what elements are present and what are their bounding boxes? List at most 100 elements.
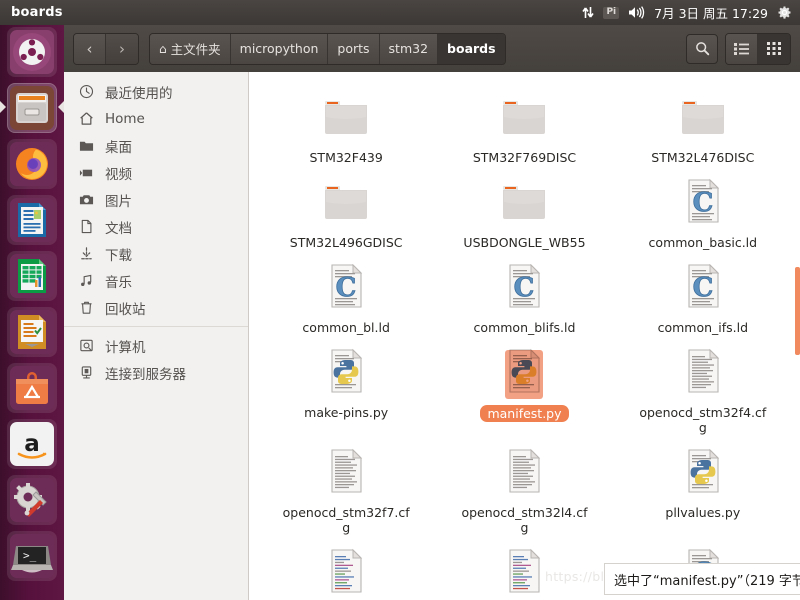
- sidebar-item-home[interactable]: Home: [64, 105, 248, 132]
- sidebar-item-downloads[interactable]: 下载: [64, 240, 248, 267]
- file-name-label: STM32F439: [309, 150, 383, 165]
- breadcrumb-item-ports[interactable]: ports: [328, 33, 380, 64]
- launcher-item-ubuntu-software[interactable]: [7, 363, 57, 413]
- breadcrumb-item-home[interactable]: ⌂ 主文件夹: [150, 33, 231, 64]
- folder-icon: [322, 92, 370, 146]
- list-view-icon: [734, 43, 749, 55]
- sidebar-label: 音乐: [105, 274, 132, 291]
- firefox-icon: [10, 142, 54, 186]
- breadcrumb-item-micropython[interactable]: micropython: [230, 33, 329, 64]
- file-name-label: openocd_stm32f7.cfg: [282, 505, 410, 535]
- input-method-badge[interactable]: Pi: [603, 6, 620, 19]
- launcher-item-ubuntu-dash[interactable]: [7, 27, 57, 77]
- breadcrumb-item-boards[interactable]: boards: [438, 33, 505, 64]
- file-name-label: USBDONGLE_WB55: [463, 235, 586, 250]
- file-name-label: common_basic.ld: [648, 235, 758, 250]
- clock-icon: [78, 84, 95, 99]
- file-item[interactable]: manifest.py: [435, 341, 613, 437]
- file-item[interactable]: openocd_stm32f7.cfg: [257, 441, 435, 537]
- file-name-label: make-pins.py: [304, 405, 389, 420]
- file-item[interactable]: Ccommon_ifs.ld: [614, 256, 792, 337]
- file-item[interactable]: STM32F769DISC: [435, 86, 613, 167]
- sidebar-label: 最近使用的: [105, 85, 173, 102]
- sidebar-label: Home: [105, 110, 145, 127]
- music-icon: [78, 273, 95, 288]
- launcher-item-libreoffice-writer[interactable]: [7, 195, 57, 245]
- sidebar-item-pictures[interactable]: 图片: [64, 186, 248, 213]
- clock[interactable]: 7月 3日 周五 17:29: [654, 3, 768, 22]
- sidebar-divider: [64, 326, 248, 327]
- file-name-label: pllvalues.py: [665, 505, 741, 520]
- ubuntu-software-icon: [10, 366, 54, 410]
- file-view[interactable]: STM32F439 STM32F769DISC STM32L476DISC STM32…: [249, 72, 800, 600]
- file-name-label: STM32F769DISC: [472, 150, 577, 165]
- launcher-item-firefox[interactable]: [7, 139, 57, 189]
- gear-icon[interactable]: [777, 5, 792, 20]
- breadcrumb: ⌂ 主文件夹 micropython ports stm32 boards: [149, 32, 506, 65]
- python-icon: [679, 447, 727, 501]
- sidebar-label: 桌面: [105, 139, 132, 156]
- sidebar-item-connect-to-server[interactable]: 连接到服务器: [64, 359, 248, 386]
- vertical-scrollbar[interactable]: [795, 72, 800, 600]
- home-icon: [78, 111, 95, 126]
- file-item[interactable]: openocd_stm32f4.cfg: [614, 341, 792, 437]
- sidebar-item-recent[interactable]: 最近使用的: [64, 78, 248, 105]
- grid-view-button[interactable]: [758, 33, 790, 64]
- file-item[interactable]: openocd_stm32l4.cfg: [435, 441, 613, 537]
- launcher-item-terminal[interactable]: >_: [7, 531, 57, 581]
- navigation-buttons: ‹ ›: [73, 32, 139, 65]
- network-icon[interactable]: [582, 6, 595, 19]
- file-item[interactable]: STM32L496GDISC: [257, 171, 435, 252]
- file-name-label: openocd_stm32l4.cfg: [461, 505, 588, 535]
- svg-text:a: a: [24, 431, 40, 457]
- file-item[interactable]: STM32L476DISC: [614, 86, 792, 167]
- svg-text:C: C: [692, 273, 713, 303]
- sidebar-label: 连接到服务器: [105, 366, 186, 383]
- launcher-item-amazon[interactable]: a: [7, 419, 57, 469]
- sidebar-item-documents[interactable]: 文档: [64, 213, 248, 240]
- sidebar-item-music[interactable]: 音乐: [64, 267, 248, 294]
- launcher-item-system-settings[interactable]: [7, 475, 57, 525]
- volume-icon[interactable]: [628, 6, 645, 19]
- file-item[interactable]: STM32F439: [257, 86, 435, 167]
- file-item[interactable]: pllvalues.py: [614, 441, 792, 537]
- file-item[interactable]: make-pins.py: [257, 341, 435, 437]
- svg-text:C: C: [514, 273, 535, 303]
- sidebar-label: 计算机: [105, 339, 146, 356]
- places-sidebar: 最近使用的 Home 桌面 视频 图片 文档 下载 音乐 回收站 计算机 连接到…: [64, 72, 249, 600]
- file-name-label: common_blifs.ld: [473, 320, 576, 335]
- list-view-button[interactable]: [726, 33, 758, 64]
- breadcrumb-item-stm32[interactable]: stm32: [379, 33, 439, 64]
- search-button[interactable]: [686, 33, 718, 64]
- forward-button[interactable]: ›: [106, 33, 138, 64]
- sidebar-label: 下载: [105, 247, 132, 264]
- svg-text:C: C: [336, 273, 357, 303]
- sidebar-label: 文档: [105, 220, 132, 237]
- nautilus-window: ‹ › ⌂ 主文件夹 micropython ports stm32 board…: [64, 25, 800, 600]
- toolbar-right: [686, 32, 791, 65]
- folder-icon: [679, 92, 727, 146]
- file-item[interactable]: Ccommon_basic.ld: [614, 171, 792, 252]
- libreoffice-calc-icon: [10, 254, 54, 298]
- text-icon: [500, 447, 548, 501]
- launcher-item-libreoffice-impress[interactable]: [7, 307, 57, 357]
- sidebar-item-computer[interactable]: 计算机: [64, 332, 248, 359]
- sidebar-item-desktop[interactable]: 桌面: [64, 132, 248, 159]
- file-item[interactable]: Ccommon_bl.ld: [257, 256, 435, 337]
- file-item[interactable]: stm32f0xx_hal_conf_base.h: [257, 541, 435, 600]
- sidebar-item-videos[interactable]: 视频: [64, 159, 248, 186]
- scrollbar-thumb[interactable]: [795, 267, 800, 355]
- file-item[interactable]: Ccommon_blifs.ld: [435, 256, 613, 337]
- unity-top-panel: boards Pi 7月 3日 周五 17:29: [0, 0, 800, 25]
- sidebar-item-trash[interactable]: 回收站: [64, 294, 248, 321]
- icon-grid: STM32F439 STM32F769DISC STM32L476DISC STM32…: [249, 86, 800, 600]
- grid-view-icon: [766, 42, 781, 55]
- ubuntu-desktop: boards Pi 7月 3日 周五 17:29 a >_ ‹ › ⌂ 主文件夹…: [0, 0, 800, 600]
- file-name-label: openocd_stm32f4.cfg: [639, 405, 767, 435]
- file-name-label: STM32L496GDISC: [289, 235, 403, 250]
- file-item[interactable]: USBDONGLE_WB55: [435, 171, 613, 252]
- launcher-item-libreoffice-calc[interactable]: [7, 251, 57, 301]
- launcher-item-files[interactable]: [0, 83, 64, 133]
- computer-icon: [78, 338, 95, 353]
- back-button[interactable]: ‹: [74, 33, 106, 64]
